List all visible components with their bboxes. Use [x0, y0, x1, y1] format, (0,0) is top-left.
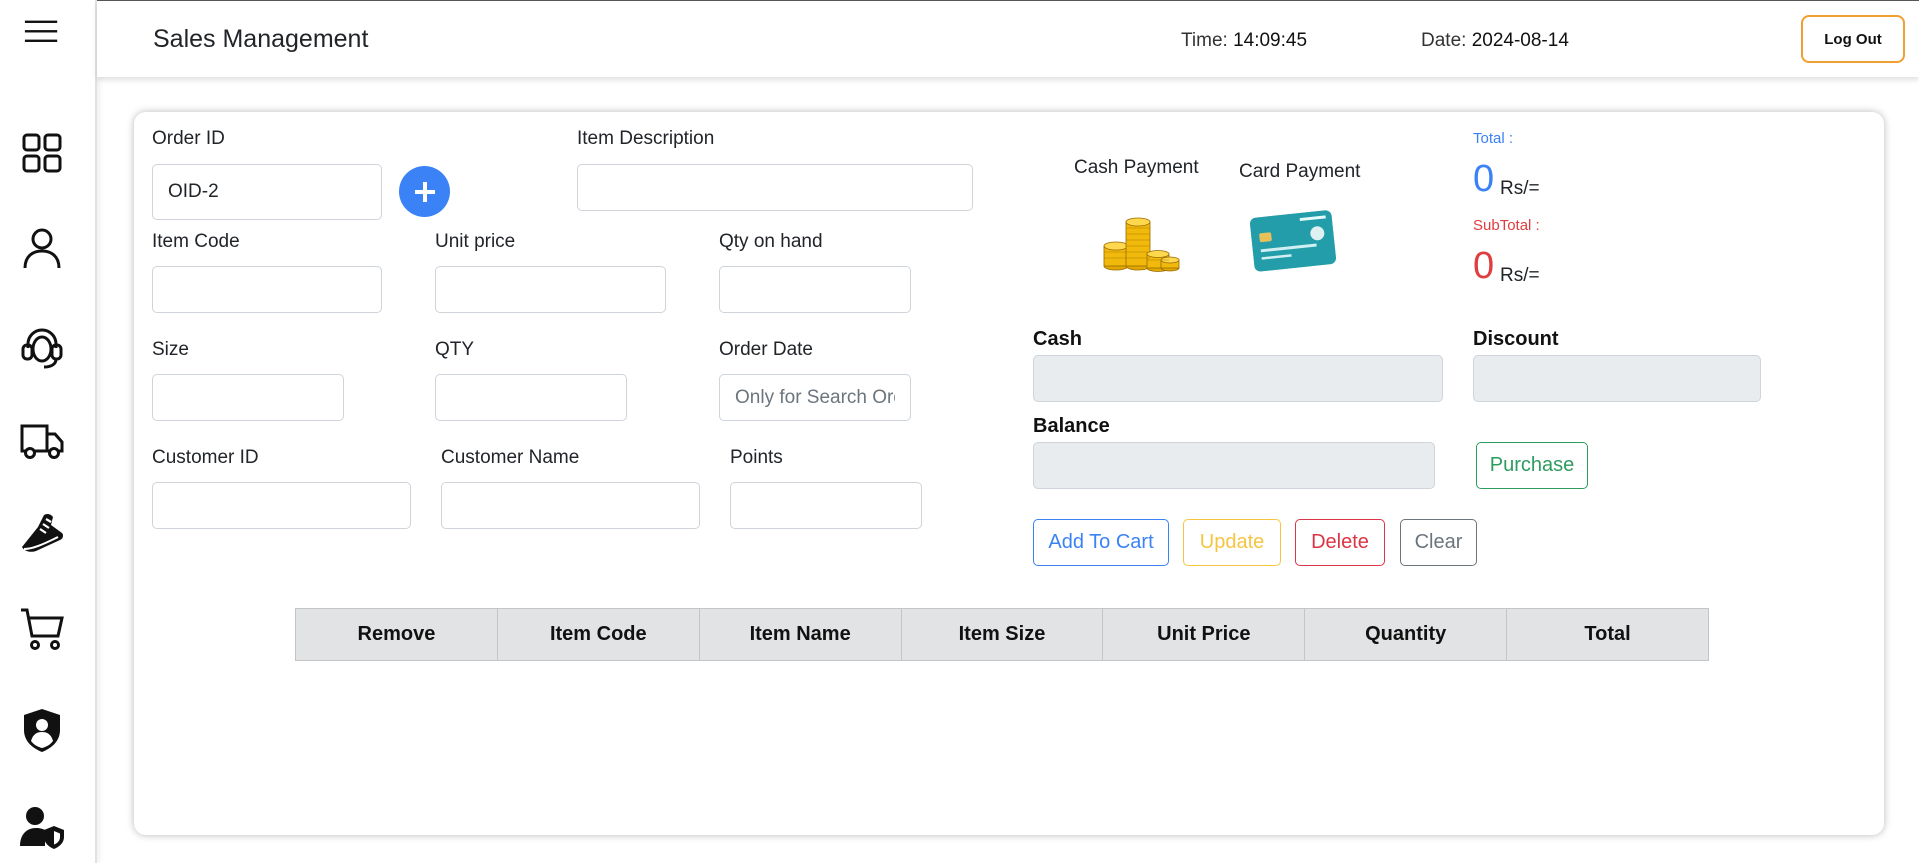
headset-support-icon[interactable] [14, 318, 70, 374]
total-value: 0 [1473, 158, 1495, 200]
column-header-unit-price: Unit Price [1102, 608, 1306, 661]
order-date-label: Order Date [719, 339, 813, 360]
size-label: Size [152, 339, 189, 360]
cash-payment-icon[interactable] [1100, 208, 1180, 272]
item-code-input[interactable] [152, 266, 382, 313]
column-header-remove: Remove [295, 608, 498, 661]
menu-hamburger-icon[interactable] [14, 10, 70, 54]
balance-input[interactable] [1033, 442, 1435, 489]
column-header-item-code: Item Code [496, 608, 700, 661]
time-display: Time: 14:09:45 [1181, 30, 1307, 52]
time-value: 14:09:45 [1233, 30, 1308, 51]
card-payment-label: Card Payment [1239, 161, 1361, 182]
discount-input[interactable] [1473, 355, 1761, 402]
delivery-truck-icon[interactable] [14, 412, 70, 468]
user-shield-icon[interactable] [14, 800, 70, 856]
points-label: Points [730, 447, 783, 468]
customer-id-label: Customer ID [152, 447, 259, 468]
sales-form-card: Order ID Item Description Item Code Unit… [134, 112, 1884, 835]
cash-input[interactable] [1033, 355, 1443, 402]
points-input[interactable] [730, 482, 922, 529]
column-header-item-name: Item Name [698, 608, 902, 661]
balance-label: Balance [1033, 415, 1110, 437]
customer-name-label: Customer Name [441, 447, 580, 468]
user-icon[interactable] [14, 220, 70, 276]
customer-name-input[interactable] [441, 482, 700, 529]
qty-on-hand-label: Qty on hand [719, 231, 823, 252]
date-display: Date: 2024-08-14 [1421, 30, 1569, 52]
shield-user-icon[interactable] [14, 702, 70, 758]
qty-label: QTY [435, 339, 475, 360]
unit-price-input[interactable] [435, 266, 666, 313]
shoe-icon[interactable] [14, 503, 70, 559]
column-header-item-size: Item Size [900, 608, 1104, 661]
subtotal-value: 0 [1473, 245, 1495, 287]
dashboard-grid-icon[interactable] [14, 125, 70, 181]
order-id-input[interactable] [152, 164, 382, 220]
cash-label: Cash [1033, 328, 1082, 350]
item-code-label: Item Code [152, 231, 240, 252]
total-unit: Rs/= [1500, 178, 1540, 199]
qty-on-hand-input[interactable] [719, 266, 911, 313]
purchase-button[interactable]: Purchase [1476, 442, 1588, 489]
column-header-total: Total [1506, 608, 1709, 661]
total-label: Total : [1473, 130, 1514, 147]
discount-label: Discount [1473, 328, 1559, 350]
new-order-button[interactable] [399, 166, 450, 217]
top-header: Sales Management Time: 14:09:45 Date: 20… [97, 0, 1919, 77]
order-date-input[interactable] [719, 374, 911, 421]
card-payment-icon[interactable] [1246, 206, 1338, 276]
date-value: 2024-08-14 [1471, 30, 1569, 51]
subtotal-unit: Rs/= [1500, 265, 1540, 286]
customer-id-input[interactable] [152, 482, 411, 529]
cash-payment-label: Cash Payment [1074, 157, 1199, 178]
unit-price-label: Unit price [435, 231, 516, 252]
time-label: Time: [1181, 30, 1228, 51]
logout-button[interactable]: Log Out [1801, 15, 1905, 63]
subtotal-label: SubTotal : [1473, 217, 1540, 234]
size-input[interactable] [152, 374, 344, 421]
cart-table: Remove Item Code Item Name Item Size Uni… [295, 608, 1709, 661]
date-label: Date: [1421, 30, 1467, 51]
delete-button[interactable]: Delete [1295, 519, 1385, 566]
clear-button[interactable]: Clear [1400, 519, 1477, 566]
plus-icon [414, 181, 435, 202]
update-button[interactable]: Update [1183, 519, 1281, 566]
add-to-cart-button[interactable]: Add To Cart [1033, 519, 1169, 566]
sidebar [0, 0, 97, 863]
shopping-cart-icon[interactable] [14, 600, 70, 656]
column-header-quantity: Quantity [1304, 608, 1508, 661]
table-header-row: Remove Item Code Item Name Item Size Uni… [295, 608, 1709, 661]
item-description-input[interactable] [577, 164, 973, 211]
page-title: Sales Management [153, 25, 369, 53]
order-id-label: Order ID [152, 128, 225, 149]
item-description-label: Item Description [577, 128, 715, 149]
qty-input[interactable] [435, 374, 627, 421]
